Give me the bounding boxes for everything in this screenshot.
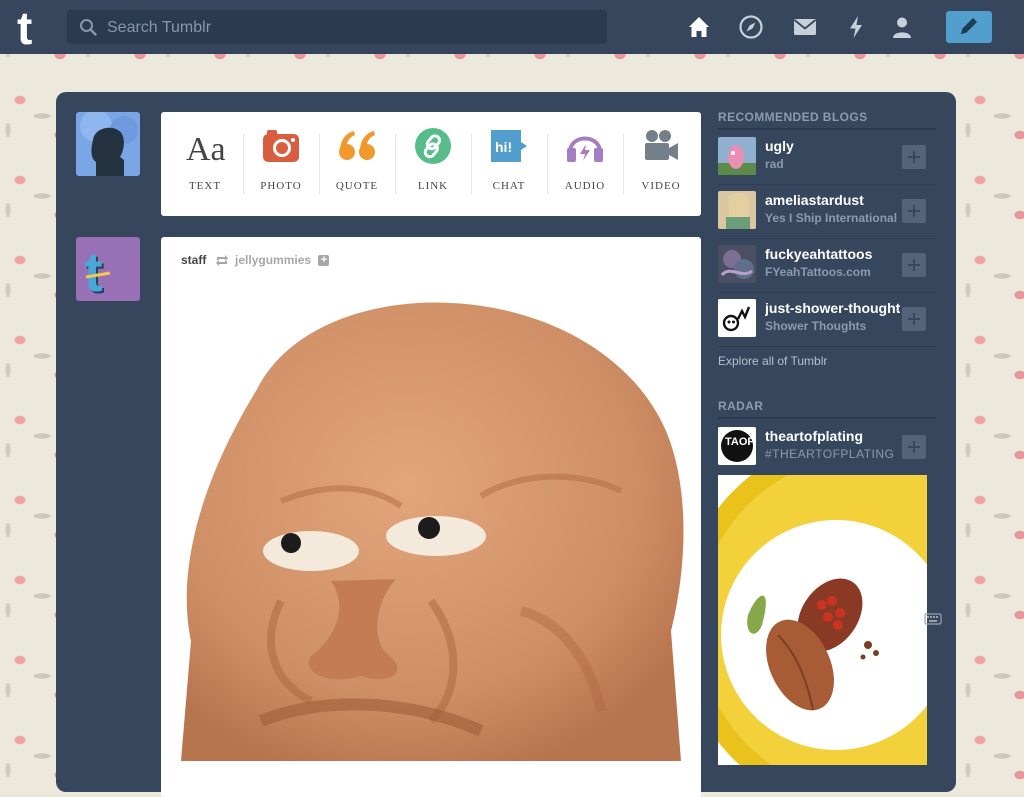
- svg-text:t: t: [17, 4, 32, 50]
- svg-text:t: t: [84, 240, 103, 301]
- explore-compass-icon[interactable]: [738, 14, 764, 40]
- follow-button[interactable]: [902, 307, 926, 331]
- dashboard-post: staff jellygummies +: [161, 237, 701, 797]
- recommended-blog-item[interactable]: fuckyeahtattoos FYeahTattoos.com: [718, 238, 936, 292]
- radar-blog-avatar[interactable]: TAOP: [718, 427, 756, 465]
- top-navigation-bar: t: [0, 0, 1024, 54]
- explore-all-link[interactable]: Explore all of Tumblr: [718, 354, 827, 368]
- dashboard-panel: Aa TEXT PHOTO QUOTE LINK hi! CHAT AUDIO …: [56, 92, 956, 797]
- radar-title: RADAR: [718, 399, 764, 413]
- radar-blog-subtitle: #THEARTOFPLATING: [765, 447, 895, 461]
- post-photo[interactable]: [161, 281, 701, 797]
- post-type-link[interactable]: LINK: [395, 112, 471, 216]
- post-type-bar: Aa TEXT PHOTO QUOTE LINK hi! CHAT AUDIO …: [161, 112, 701, 216]
- svg-text:Aa: Aa: [186, 131, 225, 166]
- recommended-blogs-title: RECOMMENDED BLOGS: [718, 110, 868, 124]
- blog-avatar[interactable]: [718, 191, 756, 229]
- activity-lightning-icon[interactable]: [843, 14, 869, 40]
- blog-name[interactable]: just-shower-thoughts: [765, 300, 900, 316]
- blog-subtitle: FYeahTattoos.com: [765, 265, 871, 279]
- home-icon[interactable]: [686, 14, 712, 40]
- follow-button[interactable]: [902, 253, 926, 277]
- post-type-photo[interactable]: PHOTO: [243, 112, 319, 216]
- blog-subtitle: rad: [765, 157, 784, 171]
- search-icon: [80, 19, 97, 36]
- recommended-blog-item[interactable]: ameliastardust Yes I Ship International: [718, 184, 936, 238]
- post-type-label: QUOTE: [335, 180, 379, 192]
- post-author-link[interactable]: staff: [181, 253, 206, 267]
- account-person-icon[interactable]: [889, 14, 915, 40]
- search-input[interactable]: [105, 10, 599, 46]
- post-header: staff jellygummies +: [181, 253, 330, 267]
- radar-blog-item[interactable]: TAOP theartofplating #THEARTOFPLATING: [718, 420, 936, 474]
- tumblr-logo[interactable]: t: [14, 4, 54, 50]
- recommended-blog-item[interactable]: just-shower-thoughts Shower Thoughts: [718, 292, 936, 346]
- radar-post-photo[interactable]: [718, 475, 927, 765]
- blog-avatar[interactable]: [718, 299, 756, 337]
- divider: [718, 417, 936, 419]
- blog-avatar[interactable]: [718, 245, 756, 283]
- video-camera-icon: [645, 130, 678, 160]
- chat-bubble-icon: hi!: [491, 130, 527, 162]
- post-type-label: CHAT: [492, 180, 526, 192]
- svg-text:hi!: hi!: [495, 139, 512, 155]
- recommended-blog-item[interactable]: ugly rad: [718, 130, 936, 184]
- search-bar: [67, 10, 607, 46]
- post-type-label: PHOTO: [260, 180, 302, 192]
- post-type-video[interactable]: VIDEO: [623, 112, 699, 216]
- follow-button[interactable]: [902, 145, 926, 169]
- follow-button[interactable]: [902, 199, 926, 223]
- radar-blog-name[interactable]: theartofplating: [765, 428, 900, 444]
- blog-subtitle: Shower Thoughts: [765, 319, 867, 333]
- post-author-avatar[interactable]: t t: [76, 237, 140, 301]
- post-type-label: TEXT: [188, 180, 222, 192]
- post-type-audio[interactable]: AUDIO: [547, 112, 623, 216]
- compose-pencil-icon: [961, 18, 977, 34]
- headphones-icon: [567, 136, 603, 162]
- follow-plus-icon[interactable]: +: [318, 255, 330, 267]
- text-aa-icon: Aa: [186, 131, 225, 166]
- blog-name[interactable]: ugly: [765, 138, 900, 154]
- post-type-label: LINK: [417, 180, 449, 192]
- blog-subtitle: Yes I Ship International: [765, 211, 898, 225]
- post-type-chat[interactable]: hi! CHAT: [471, 112, 547, 216]
- compose-button[interactable]: [946, 11, 992, 43]
- quote-icon: [339, 131, 375, 160]
- keyboard-shortcuts-icon[interactable]: [924, 612, 942, 626]
- camera-icon: [263, 130, 299, 162]
- link-icon: [415, 128, 451, 164]
- blog-avatar[interactable]: [718, 137, 756, 175]
- post-type-quote[interactable]: QUOTE: [319, 112, 395, 216]
- radar-logo-text: TAOP: [725, 436, 755, 448]
- post-type-label: AUDIO: [564, 180, 606, 192]
- divider: [718, 346, 936, 347]
- post-type-text[interactable]: Aa TEXT: [167, 112, 243, 216]
- user-avatar[interactable]: [76, 112, 140, 176]
- follow-button[interactable]: [902, 435, 926, 459]
- blog-name[interactable]: fuckyeahtattoos: [765, 246, 900, 262]
- inbox-envelope-icon[interactable]: [792, 14, 818, 40]
- post-type-label: VIDEO: [641, 180, 681, 192]
- blog-name[interactable]: ameliastardust: [765, 192, 900, 208]
- reblog-icon: [215, 255, 228, 267]
- reblog-source-link[interactable]: jellygummies: [235, 253, 311, 267]
